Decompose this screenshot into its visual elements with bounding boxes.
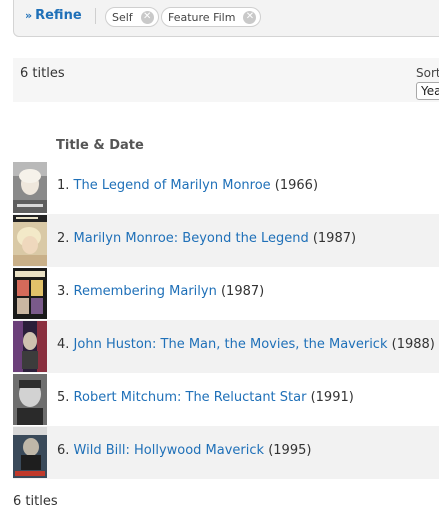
sort-select[interactable]: Yea [416,82,439,100]
item-year: (1966) [274,178,319,193]
title-link[interactable]: Remembering Marilyn [74,284,217,299]
item-year: (1987) [312,231,357,246]
remove-filter-icon[interactable]: ✕ [140,10,154,24]
poster-thumbnail[interactable] [13,215,47,266]
title-entry: 3. Remembering Marilyn (1987) [57,284,264,299]
list-item: 4. John Huston: The Man, the Movies, the… [13,320,439,373]
filter-chip-label: Self [112,10,133,24]
title-link[interactable]: Robert Mitchum: The Reluctant Star [74,390,307,405]
poster-thumbnail[interactable] [13,374,47,425]
item-year: (1995) [268,443,312,458]
refine-bar: » Refine Self ✕ Feature Film ✕ [13,0,439,37]
item-year: (1991) [310,390,354,405]
title-entry: 4. John Huston: The Man, the Movies, the… [57,337,435,352]
filter-chip-feature-film: Feature Film ✕ [161,7,262,27]
poster-thumbnail[interactable] [13,427,47,478]
item-year: (1987) [220,284,265,299]
results-header [13,58,439,102]
poster-thumbnail[interactable] [13,162,47,213]
divider [95,8,96,24]
list-item: 1. The Legend of Marilyn Monroe (1966) [13,161,439,214]
item-year: (1988) [391,337,435,352]
item-number: 6. [57,443,70,458]
filter-chip-label: Feature Film [168,10,236,24]
result-count: 6 titles [20,66,65,81]
list-item: 6. Wild Bill: Hollywood Maverick (1995) [13,426,439,479]
refine-toggle[interactable]: » Refine [25,6,82,24]
refine-label: Refine [35,7,82,23]
title-entry: 5. Robert Mitchum: The Reluctant Star (1… [57,390,354,405]
title-entry: 2. Marilyn Monroe: Beyond the Legend (19… [57,231,356,246]
item-number: 4. [57,337,70,352]
item-number: 5. [57,390,70,405]
double-chevron-down-icon: » [25,8,33,22]
poster-thumbnail[interactable] [13,321,47,372]
title-entry: 6. Wild Bill: Hollywood Maverick (1995) [57,443,311,458]
list-item: 2. Marilyn Monroe: Beyond the Legend (19… [13,214,439,267]
item-number: 2. [57,231,70,246]
sort-label: Sort [416,66,439,80]
poster-thumbnail[interactable] [13,268,47,319]
list-item: 3. Remembering Marilyn (1987) [13,267,439,320]
item-number: 3. [57,284,70,299]
title-link[interactable]: John Huston: The Man, the Movies, the Ma… [74,337,388,352]
title-link[interactable]: Marilyn Monroe: Beyond the Legend [74,231,309,246]
result-count-bottom: 6 titles [13,494,58,509]
filter-chip-self: Self ✕ [105,7,159,27]
title-link[interactable]: The Legend of Marilyn Monroe [74,178,271,193]
title-entry: 1. The Legend of Marilyn Monroe (1966) [57,178,318,193]
remove-filter-icon[interactable]: ✕ [243,10,257,24]
item-number: 1. [57,178,70,193]
list-item: 5. Robert Mitchum: The Reluctant Star (1… [13,373,439,426]
title-link[interactable]: Wild Bill: Hollywood Maverick [74,443,265,458]
column-header-title-date: Title & Date [56,138,144,153]
